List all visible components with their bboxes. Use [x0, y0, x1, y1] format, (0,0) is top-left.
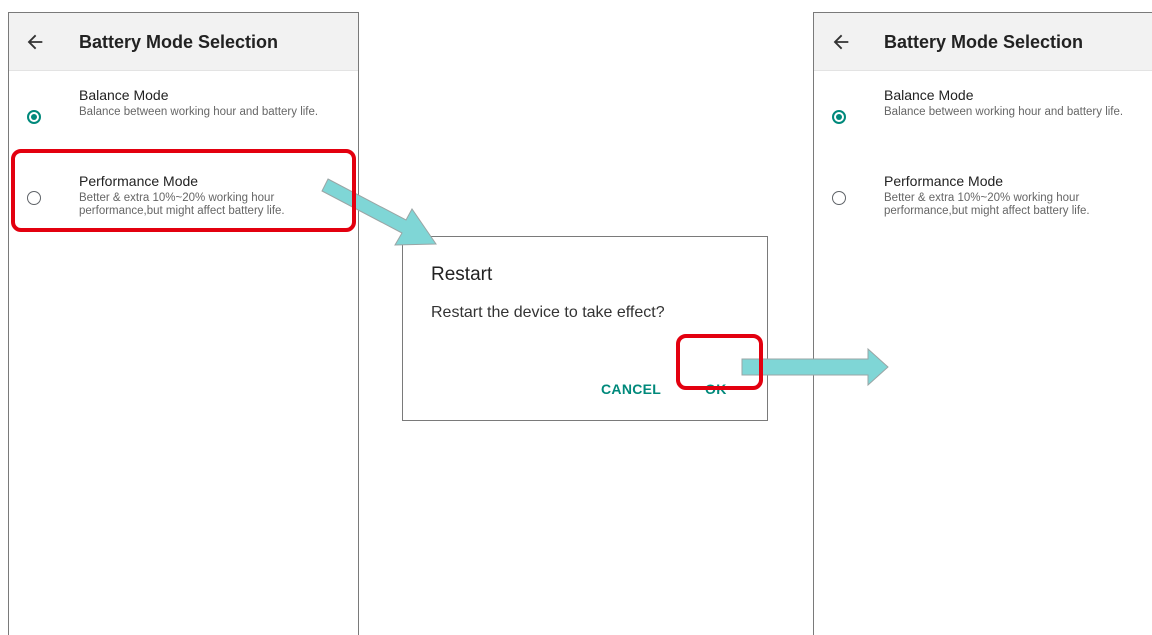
- option-description: Balance between working hour and battery…: [884, 106, 1124, 118]
- dialog-message: Restart the device to take effect?: [431, 304, 665, 321]
- back-arrow-icon[interactable]: [24, 31, 46, 53]
- option-performance-mode[interactable]: Performance Mode Better & extra 10%~20% …: [814, 173, 1152, 243]
- radio-unchecked-icon[interactable]: [832, 191, 846, 205]
- page-title: Battery Mode Selection: [884, 32, 1084, 52]
- option-title: Performance Mode: [884, 173, 1004, 189]
- app-bar: Battery Mode Selection: [814, 13, 1152, 71]
- highlight-performance-mode: [11, 149, 356, 232]
- settings-screen-before: Battery Mode Selection Balance Mode Bala…: [8, 12, 359, 635]
- option-balance-mode[interactable]: Balance Mode Balance between working hou…: [814, 87, 1152, 157]
- back-arrow-icon[interactable]: [830, 31, 852, 53]
- option-title: Balance Mode: [884, 87, 974, 103]
- option-description: Balance between working hour and battery…: [79, 106, 319, 118]
- cancel-button[interactable]: CANCEL: [601, 381, 661, 397]
- dialog-title: Restart: [431, 264, 493, 285]
- option-balance-mode[interactable]: Balance Mode Balance between working hou…: [9, 87, 358, 157]
- radio-checked-icon[interactable]: [27, 110, 41, 124]
- option-title: Balance Mode: [79, 87, 169, 103]
- settings-screen-after: Battery Mode Selection Balance Mode Bala…: [813, 12, 1152, 635]
- restart-dialog: Restart Restart the device to take effec…: [402, 236, 768, 421]
- radio-checked-icon[interactable]: [832, 110, 846, 124]
- page-title: Battery Mode Selection: [79, 32, 279, 52]
- app-bar: Battery Mode Selection: [9, 13, 358, 71]
- option-description: Better & extra 10%~20% working hour perf…: [884, 192, 1090, 217]
- highlight-ok-button: [676, 334, 763, 390]
